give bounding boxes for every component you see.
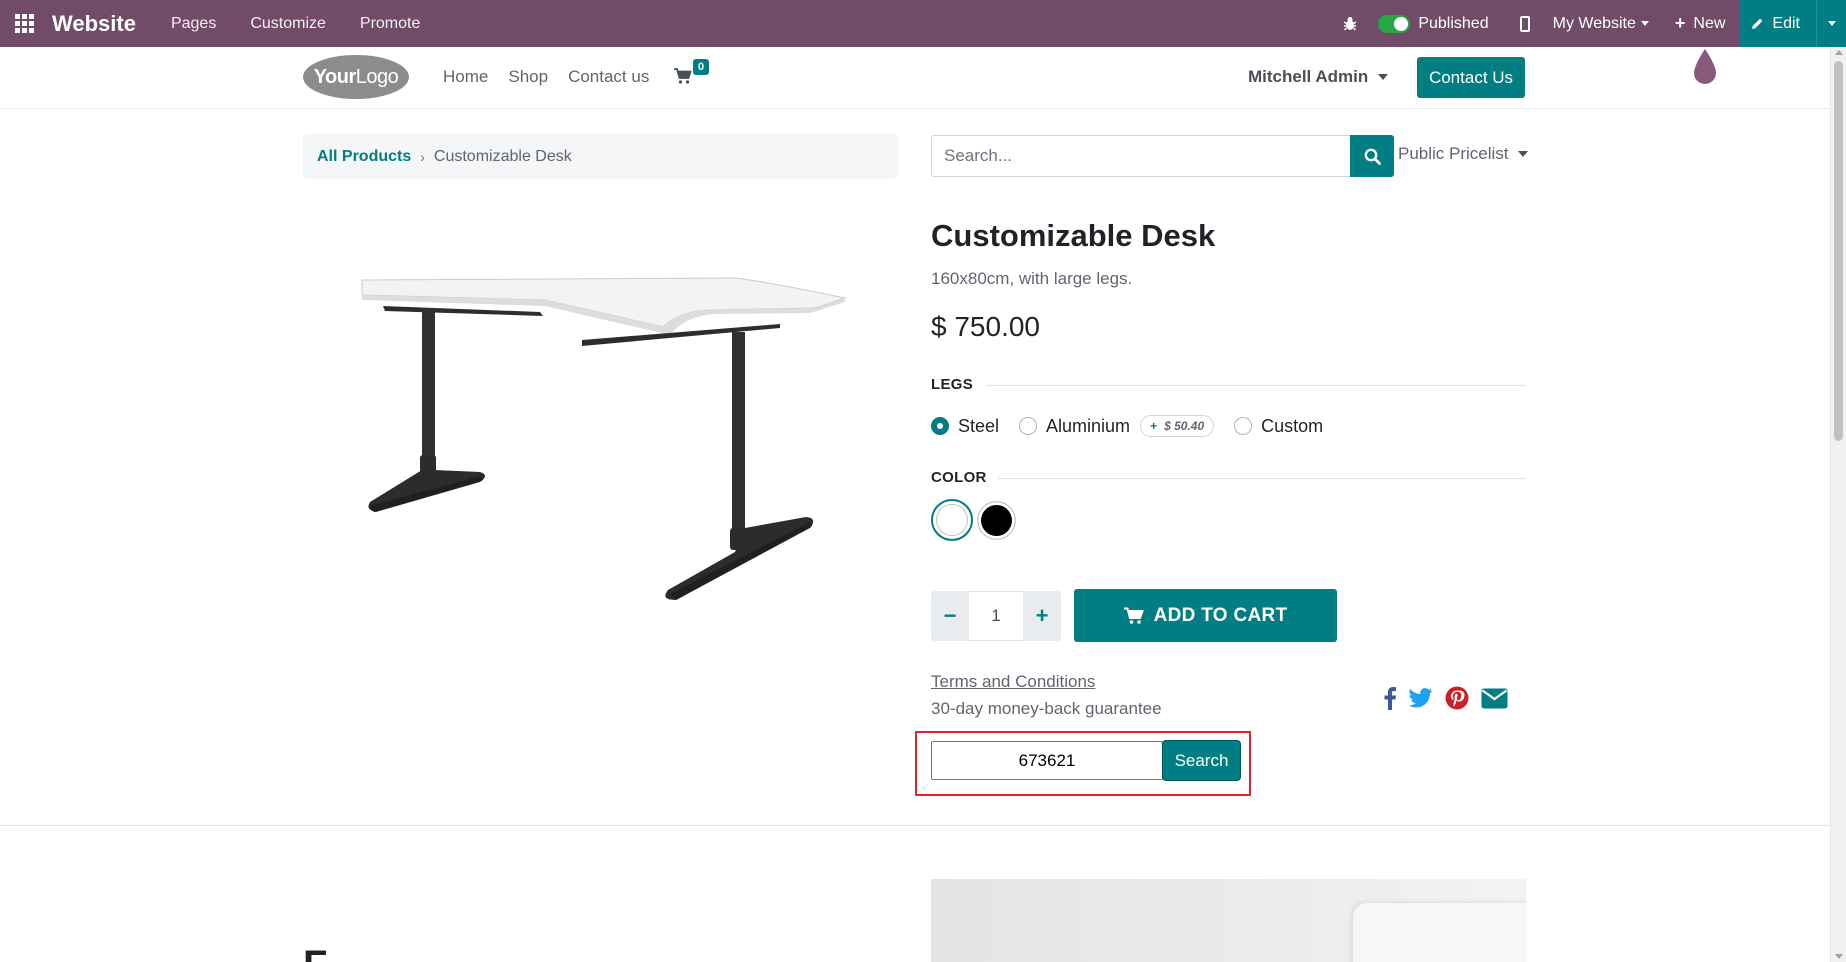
legs-option-label: Custom [1261, 415, 1324, 436]
chevron-down-icon [1517, 151, 1528, 157]
logo-text: Logo [355, 65, 399, 88]
edit-label: Edit [1772, 14, 1800, 32]
nav-contact-us[interactable]: Contact us [568, 67, 649, 87]
shopping-cart-icon [674, 68, 692, 84]
product-search-input[interactable]: Search... [931, 135, 1351, 177]
mobile-preview-icon[interactable] [1505, 0, 1545, 47]
cart-link[interactable]: 0 [674, 59, 710, 85]
apps-menu-icon[interactable] [0, 0, 48, 47]
menu-promote[interactable]: Promote [343, 0, 437, 47]
published-toggle[interactable]: Published [1372, 0, 1504, 47]
attribute-color-label: COLOR [931, 469, 987, 486]
search-input[interactable]: 673621 [931, 741, 1163, 780]
website-switcher[interactable]: My Website [1545, 0, 1665, 47]
section-image [931, 879, 1526, 962]
legs-option-label: Steel [958, 415, 1000, 436]
chevron-down-icon [1378, 74, 1389, 80]
quantity-stepper: − 1 + [931, 591, 1061, 641]
nav-shop[interactable]: Shop [508, 67, 548, 87]
color-swatch-white[interactable] [931, 499, 973, 541]
menu-customize[interactable]: Customize [233, 0, 343, 47]
section-heading: F [303, 945, 327, 962]
section-divider [0, 825, 1830, 826]
chevron-down-icon [1827, 21, 1836, 26]
debug-bug-icon[interactable] [1328, 0, 1372, 47]
radio-unchecked[interactable] [1019, 417, 1038, 435]
chevron-right-icon: › [420, 148, 425, 165]
website-header: Your Logo Home Shop Contact us 0 Mitchell… [0, 47, 1830, 109]
contact-us-button[interactable]: Contact Us [1417, 57, 1525, 98]
edit-dropdown-toggle[interactable] [1816, 0, 1846, 47]
site-logo[interactable]: Your Logo [303, 55, 409, 99]
quantity-input[interactable]: 1 [969, 591, 1023, 641]
product-search-button[interactable] [1350, 135, 1394, 177]
product-image [361, 277, 847, 600]
admin-navbar: Website Pages Customize Promote Publishe… [0, 0, 1846, 47]
scroll-down-icon[interactable] [1835, 954, 1843, 959]
radio-checked[interactable] [931, 417, 949, 435]
scrollbar-thumb[interactable] [1834, 61, 1843, 441]
product-description: 160x80cm, with large legs. [931, 269, 1133, 288]
website-switcher-label: My Website [1552, 14, 1636, 32]
published-label: Published [1418, 14, 1489, 32]
theme-drop-icon[interactable] [1691, 47, 1719, 85]
envelope-icon[interactable] [1481, 688, 1508, 709]
menu-pages[interactable]: Pages [154, 0, 233, 47]
plus-icon: + [1674, 13, 1686, 33]
color-swatch-black[interactable] [977, 501, 1016, 540]
logo-text-bold: Your [313, 65, 357, 88]
pencil-icon [1752, 18, 1763, 29]
legs-option-steel[interactable]: Steel [931, 416, 999, 437]
attribute-divider [998, 478, 1526, 479]
chevron-down-icon [1640, 21, 1649, 26]
legs-option-custom[interactable]: Custom [1234, 416, 1323, 437]
share-links [1383, 686, 1520, 710]
quantity-increase-button[interactable]: + [1023, 591, 1061, 641]
legs-option-label: Aluminium [1046, 415, 1131, 436]
user-menu[interactable]: Mitchell Admin [1248, 67, 1389, 87]
pricelist-dropdown[interactable]: Public Pricelist [1398, 144, 1528, 164]
attribute-divider [986, 385, 1526, 386]
quantity-decrease-button[interactable]: − [931, 591, 969, 641]
page-scrollbar[interactable] [1830, 47, 1846, 962]
new-content-label: New [1693, 14, 1726, 32]
new-content-button[interactable]: + New [1665, 0, 1740, 47]
facebook-icon[interactable] [1383, 686, 1397, 710]
product-price: $ 750.00 [931, 311, 1040, 342]
user-name: Mitchell Admin [1248, 67, 1369, 86]
pinterest-icon[interactable] [1445, 686, 1469, 710]
pricelist-label: Public Pricelist [1398, 144, 1509, 163]
cart-count-badge: 0 [693, 59, 710, 75]
legs-options: Steel Aluminium + $ 50.40 Custom [931, 415, 1343, 437]
price-extra-value: $ 50.40 [1164, 419, 1205, 433]
edit-button[interactable]: Edit [1739, 0, 1816, 47]
add-to-cart-button[interactable]: ADD TO CART [1074, 589, 1337, 642]
breadcrumb-current: Customizable Desk [433, 147, 572, 165]
nav-home[interactable]: Home [443, 67, 488, 87]
price-extra-badge: + $ 50.40 [1140, 415, 1215, 437]
published-switch[interactable] [1378, 14, 1411, 33]
radio-unchecked[interactable] [1234, 417, 1253, 435]
search-icon [1364, 148, 1381, 165]
product-title: Customizable Desk [931, 218, 1216, 253]
add-to-cart-label: ADD TO CART [1153, 604, 1288, 626]
legs-option-aluminium[interactable]: Aluminium + $ 50.40 [1019, 415, 1215, 437]
attribute-legs-label: LEGS [931, 376, 974, 393]
main-nav: Home Shop Contact us [443, 67, 669, 87]
breadcrumb-all-products[interactable]: All Products [317, 148, 411, 166]
price-extra-sign: + [1150, 419, 1158, 433]
search-button[interactable]: Search [1162, 740, 1241, 781]
app-brand[interactable]: Website [52, 11, 136, 37]
terms-link[interactable]: Terms and Conditions [931, 672, 1095, 692]
breadcrumb: All Products › Customizable Desk [303, 134, 898, 179]
shopping-cart-icon [1123, 607, 1144, 624]
guarantee-text: 30-day money-back guarantee [931, 699, 1162, 718]
scroll-up-icon[interactable] [1835, 50, 1843, 55]
twitter-icon[interactable] [1409, 688, 1433, 708]
